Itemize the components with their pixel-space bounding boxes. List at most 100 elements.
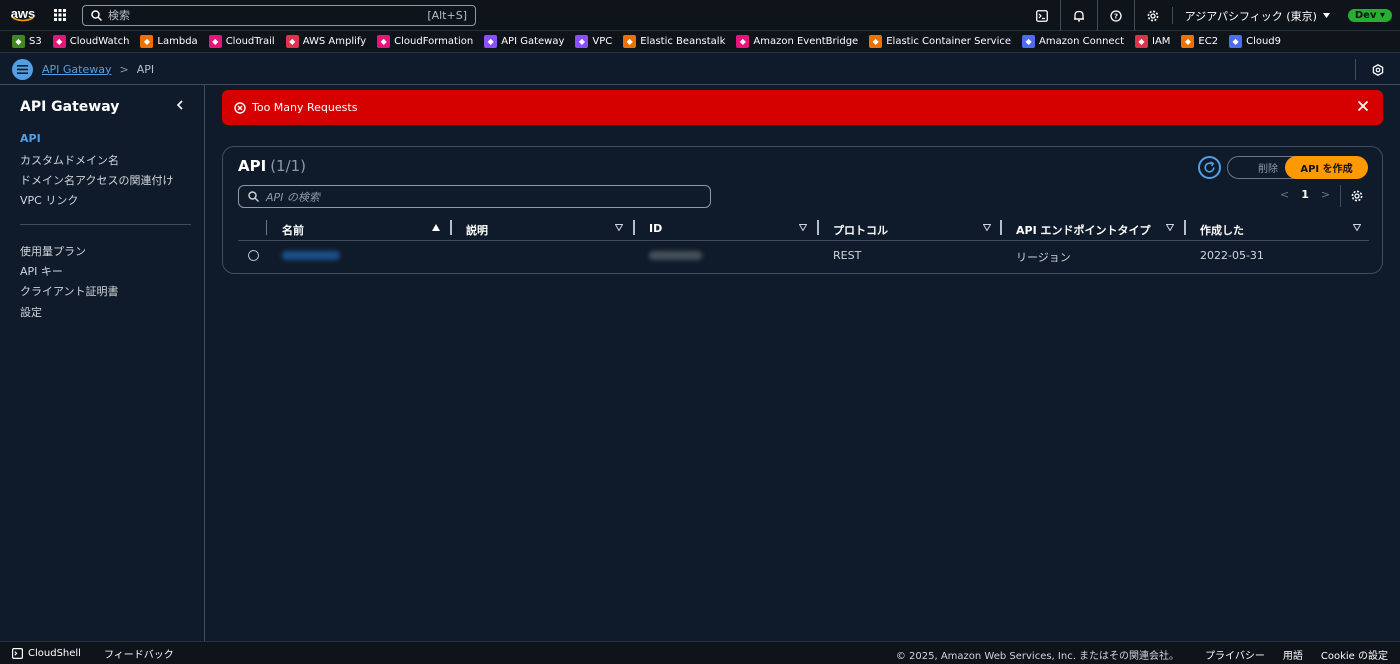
- favorite-api-gateway[interactable]: ◆ API Gateway: [484, 35, 564, 48]
- previous-page-button[interactable]: <: [1280, 188, 1289, 201]
- favorite-ec2[interactable]: ◆ EC2: [1181, 35, 1218, 48]
- page-number[interactable]: 1: [1301, 188, 1309, 201]
- cell-protocol: REST: [833, 249, 862, 262]
- column-resizer[interactable]: [450, 220, 452, 235]
- chevron-left-icon: [176, 100, 183, 110]
- side-nav-toggle[interactable]: [12, 58, 33, 80]
- favorite-label: S3: [29, 36, 42, 47]
- notifications-button[interactable]: [1061, 0, 1098, 31]
- search-icon: [91, 9, 102, 21]
- aws-logo[interactable]: aws: [0, 0, 46, 31]
- sort-ascending-icon[interactable]: [432, 224, 440, 231]
- s3-icon: ◆: [12, 35, 25, 48]
- alert-close-button[interactable]: [1357, 100, 1369, 115]
- favorite-cloudformation[interactable]: ◆ CloudFormation: [377, 35, 473, 48]
- grid-icon: [54, 9, 66, 21]
- column-resizer[interactable]: [1000, 220, 1002, 235]
- sidebar-item-api-keys[interactable]: API キー: [20, 263, 63, 279]
- column-resizer[interactable]: [633, 220, 635, 235]
- cloudshell-icon: [12, 647, 23, 659]
- cell-created: 2022-05-31: [1200, 249, 1264, 262]
- favorite-cloudwatch[interactable]: ◆ CloudWatch: [52, 35, 129, 48]
- page-settings-button[interactable]: [1355, 59, 1400, 80]
- sidebar-item-client-certificates[interactable]: クライアント証明書: [20, 283, 119, 299]
- cloudformation-icon: ◆: [377, 35, 391, 48]
- sidebar-item-api[interactable]: API: [20, 132, 41, 145]
- column-resizer[interactable]: [1184, 220, 1186, 235]
- favorite-label: CloudTrail: [225, 36, 275, 47]
- favorite-label: Lambda: [157, 36, 198, 47]
- column-resizer[interactable]: [817, 220, 819, 235]
- top-navigation-bar: aws 検索 [Alt+S] ? アジアパシフィック (東京) Dev ▾: [0, 0, 1400, 31]
- svg-text:?: ?: [1114, 12, 1118, 20]
- footer-privacy-link[interactable]: プライバシー: [1205, 647, 1265, 662]
- account-badge[interactable]: Dev ▾: [1347, 9, 1392, 22]
- sort-icon[interactable]: [615, 224, 623, 231]
- create-api-button-label: API を作成: [1300, 164, 1353, 175]
- delete-button-label: 削除: [1258, 164, 1278, 175]
- favorite-vpc[interactable]: ◆ VPC: [575, 35, 612, 48]
- footer-feedback-link[interactable]: フィードバック: [104, 646, 174, 661]
- sidebar-item-settings[interactable]: 設定: [20, 304, 42, 320]
- refresh-button[interactable]: [1198, 156, 1221, 179]
- api-search-input[interactable]: API の検索: [238, 185, 711, 208]
- favorite-ecs[interactable]: ◆ Elastic Container Service: [869, 35, 1011, 48]
- settings-button[interactable]: [1135, 0, 1172, 31]
- favorite-connect[interactable]: ◆ Amazon Connect: [1022, 35, 1124, 48]
- sort-icon[interactable]: [1166, 224, 1174, 231]
- services-menu-button[interactable]: [46, 0, 74, 31]
- sort-icon[interactable]: [1353, 224, 1361, 231]
- bell-icon: [1073, 10, 1084, 22]
- table-header: 名前 説明 ID プロトコル API エンドポイントタイプ 作成した: [238, 216, 1369, 241]
- footer-cookie-link[interactable]: Cookie の設定: [1321, 647, 1388, 662]
- column-header-protocol[interactable]: プロトコル: [833, 222, 888, 238]
- favorite-label: Amazon Connect: [1039, 36, 1124, 47]
- column-header-description[interactable]: 説明: [466, 222, 488, 238]
- chevron-right-icon: >: [119, 62, 129, 76]
- sort-icon[interactable]: [799, 224, 807, 231]
- column-header-created[interactable]: 作成した: [1200, 222, 1244, 238]
- favorite-iam[interactable]: ◆ IAM: [1135, 35, 1170, 48]
- favorite-lambda[interactable]: ◆ Lambda: [140, 35, 198, 48]
- sort-icon[interactable]: [983, 224, 991, 231]
- sidebar-item-custom-domain[interactable]: カスタムドメイン名: [20, 152, 119, 168]
- footer-cloudshell-link[interactable]: CloudShell: [28, 648, 81, 659]
- favorite-cloudtrail[interactable]: ◆ CloudTrail: [208, 35, 275, 48]
- refresh-icon: [1204, 161, 1215, 173]
- column-header-endpoint-type[interactable]: API エンドポイントタイプ: [1016, 222, 1151, 238]
- api-gateway-icon: ◆: [484, 35, 498, 48]
- pagination-divider: [1340, 185, 1341, 207]
- favorite-label: VPC: [592, 36, 613, 47]
- gear-icon: [1351, 190, 1363, 202]
- eventbridge-icon: ◆: [736, 35, 750, 48]
- sidebar-item-domain-access[interactable]: ドメイン名アクセスの関連付け: [20, 172, 173, 188]
- global-search-input[interactable]: 検索 [Alt+S]: [82, 4, 476, 26]
- connect-icon: ◆: [1022, 35, 1036, 48]
- create-api-button[interactable]: API を作成: [1285, 156, 1368, 179]
- favorite-s3[interactable]: ◆ S3: [12, 35, 42, 48]
- footer-copyright: © 2025, Amazon Web Services, Inc. またはその関…: [895, 651, 1180, 662]
- sidebar-item-usage-plans[interactable]: 使用量プラン: [20, 243, 86, 259]
- panel-heading: API (1/1): [238, 157, 306, 175]
- table-preferences-button[interactable]: [1351, 190, 1363, 205]
- sidebar-collapse-button[interactable]: [176, 99, 184, 114]
- region-selector[interactable]: アジアパシフィック (東京): [1171, 7, 1342, 24]
- api-name-link-redacted[interactable]: [282, 251, 340, 260]
- help-button[interactable]: ?: [1098, 0, 1135, 31]
- favorite-amplify[interactable]: ◆ AWS Amplify: [285, 35, 366, 48]
- favorite-label: API Gateway: [501, 36, 565, 47]
- favorite-cloud9[interactable]: ◆ Cloud9: [1229, 35, 1281, 48]
- next-page-button[interactable]: >: [1321, 188, 1330, 201]
- column-header-name[interactable]: 名前: [282, 222, 304, 238]
- search-placeholder: 検索: [108, 9, 130, 22]
- cloudshell-button[interactable]: [1024, 0, 1061, 31]
- breadcrumb-api-gateway[interactable]: API Gateway: [42, 63, 112, 76]
- row-select-radio[interactable]: [248, 250, 259, 261]
- sidebar-title[interactable]: API Gateway: [20, 99, 119, 115]
- favorite-beanstalk[interactable]: ◆ Elastic Beanstalk: [623, 35, 725, 48]
- footer-terms-link[interactable]: 用語: [1283, 647, 1303, 662]
- sidebar-item-vpc-link[interactable]: VPC リンク: [20, 192, 78, 208]
- column-header-id[interactable]: ID: [649, 222, 662, 235]
- api-id-redacted: [649, 251, 702, 260]
- favorite-eventbridge[interactable]: ◆ Amazon EventBridge: [736, 35, 858, 48]
